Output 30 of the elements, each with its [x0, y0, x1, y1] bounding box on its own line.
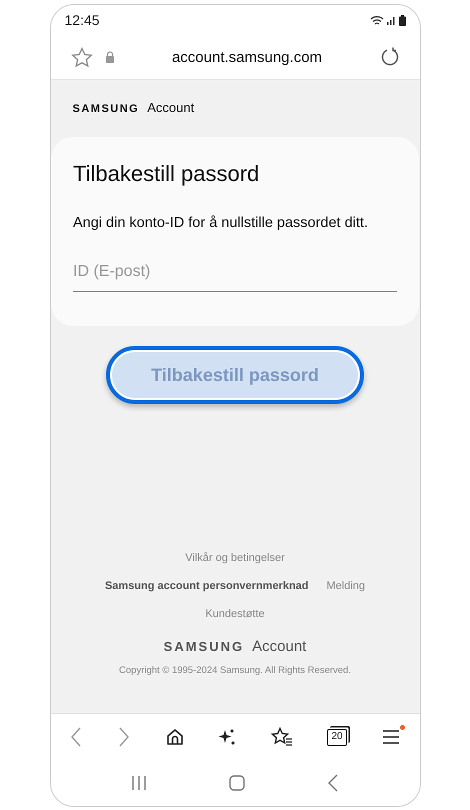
sparkle-icon[interactable] [218, 728, 236, 746]
status-time: 12:45 [64, 12, 100, 28]
brand-logo: SAMSUNG [164, 639, 244, 654]
page-title: Tilbakestill passord [73, 161, 260, 187]
home-icon[interactable] [166, 728, 184, 746]
reload-icon[interactable] [380, 47, 400, 67]
recents-icon[interactable] [131, 775, 148, 791]
lock-icon [104, 51, 114, 63]
tabs-icon[interactable]: 20 [327, 728, 347, 746]
star-icon[interactable] [70, 46, 92, 68]
bookmarks-icon[interactable] [270, 727, 292, 747]
product-name: Account [147, 100, 194, 115]
back-icon[interactable] [68, 726, 82, 748]
footer-link[interactable]: Kundestøtte [205, 608, 265, 620]
menu-icon[interactable] [382, 729, 400, 745]
url-text[interactable]: account.samsung.com [114, 48, 380, 66]
back-icon[interactable] [326, 774, 339, 792]
signal-icon [386, 15, 396, 25]
home-button-icon[interactable] [228, 775, 245, 791]
footer-link[interactable]: Vilkår og betingelser [185, 552, 285, 564]
battery-icon [398, 14, 406, 26]
wifi-icon [370, 14, 384, 26]
footer-link[interactable]: Melding [326, 580, 366, 592]
copyright-text: Copyright © 1995-2024 Samsung. All Rights Reserved. [119, 665, 351, 676]
brand-logo: SAMSUNG [72, 103, 140, 115]
footer-link[interactable]: Samsung account personvernmerknad [104, 580, 309, 592]
instruction-text: Angi din konto-ID for å nullstille passordet ditt. [73, 215, 369, 231]
product-name: Account [252, 638, 306, 655]
forward-icon[interactable] [117, 726, 131, 748]
id-input-field[interactable]: ID (E-post) [73, 257, 397, 292]
